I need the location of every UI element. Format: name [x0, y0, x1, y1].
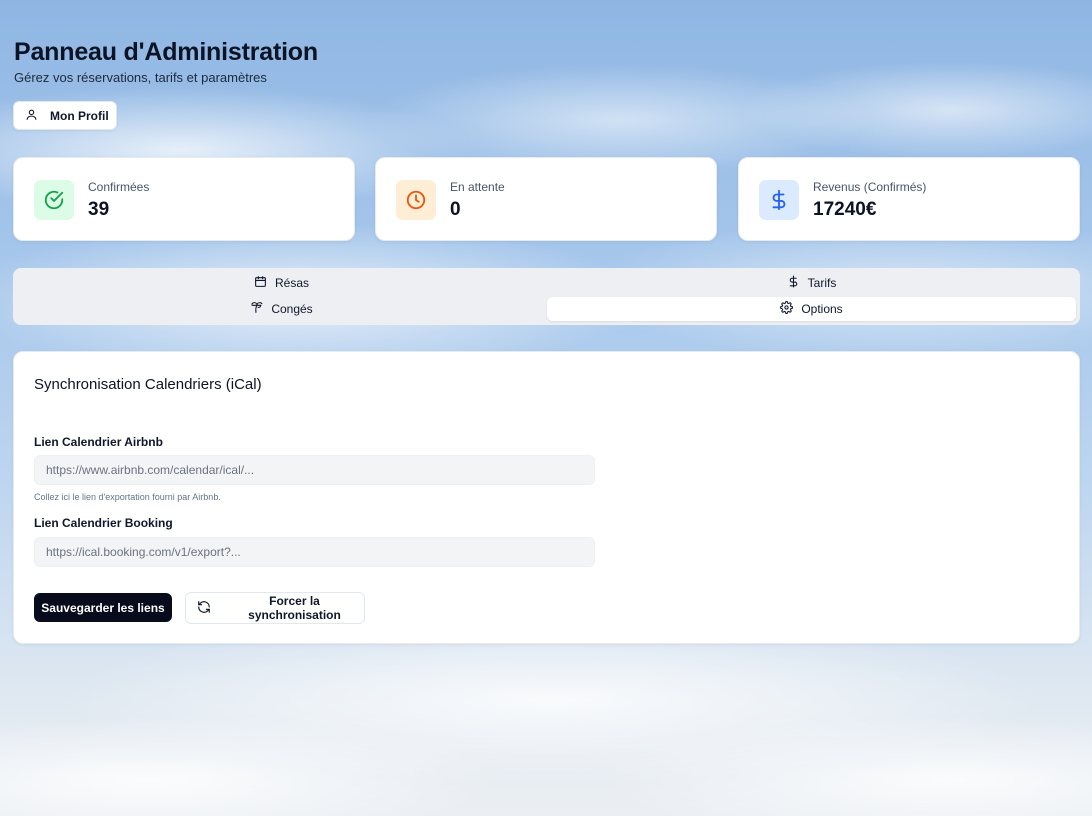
refresh-icon	[197, 600, 211, 617]
profile-button[interactable]: Mon Profil	[13, 101, 117, 130]
tab-label: Résas	[274, 276, 309, 290]
tab-conges[interactable]: Congés	[17, 297, 546, 321]
airbnb-hint: Collez ici le lien d'exportation fourni …	[34, 492, 221, 502]
ical-sync-panel: Synchronisation Calendriers (iCal) Lien …	[13, 351, 1080, 644]
tab-tarifs[interactable]: Tarifs	[547, 271, 1076, 295]
panel-title: Synchronisation Calendriers (iCal)	[34, 376, 262, 393]
airbnb-url-input[interactable]	[34, 455, 595, 485]
stat-label: En attente	[450, 180, 505, 194]
page-subtitle: Gérez vos réservations, tarifs et paramè…	[14, 70, 267, 85]
booking-field-label: Lien Calendrier Booking	[34, 516, 173, 530]
stat-card-pending: En attente 0	[375, 157, 717, 241]
force-sync-label: Forcer la synchronisation	[248, 594, 341, 622]
dollar-icon	[759, 180, 799, 220]
profile-button-label: Mon Profil	[50, 108, 109, 123]
stat-value: 17240€	[813, 199, 877, 220]
booking-url-input[interactable]	[34, 537, 595, 567]
save-links-button[interactable]: Sauvegarder les liens	[34, 593, 172, 622]
page-title: Panneau d'Administration	[14, 38, 318, 66]
tab-label: Congés	[271, 302, 313, 316]
tab-label: Options	[801, 302, 843, 316]
calendar-icon	[254, 275, 267, 291]
tab-reservations[interactable]: Résas	[17, 271, 546, 295]
tab-options[interactable]: Options	[547, 297, 1076, 321]
clock-icon	[396, 180, 436, 220]
user-icon	[25, 108, 38, 124]
stat-label: Confirmées	[88, 180, 150, 194]
tab-list: Résas Tarifs Congés Options	[13, 268, 1080, 325]
palm-tree-icon	[250, 301, 263, 317]
stat-value: 0	[450, 199, 461, 220]
dollar-icon	[787, 275, 800, 291]
stat-card-confirmed: Confirmées 39	[13, 157, 355, 241]
force-sync-button[interactable]: Forcer la synchronisation	[185, 592, 365, 624]
stat-label: Revenus (Confirmés)	[813, 180, 927, 194]
tab-label: Tarifs	[807, 276, 837, 290]
airbnb-field-label: Lien Calendrier Airbnb	[34, 435, 163, 449]
check-circle-icon	[34, 180, 74, 220]
stat-value: 39	[88, 199, 110, 220]
gear-icon	[780, 301, 794, 317]
stat-card-revenue: Revenus (Confirmés) 17240€	[738, 157, 1080, 241]
